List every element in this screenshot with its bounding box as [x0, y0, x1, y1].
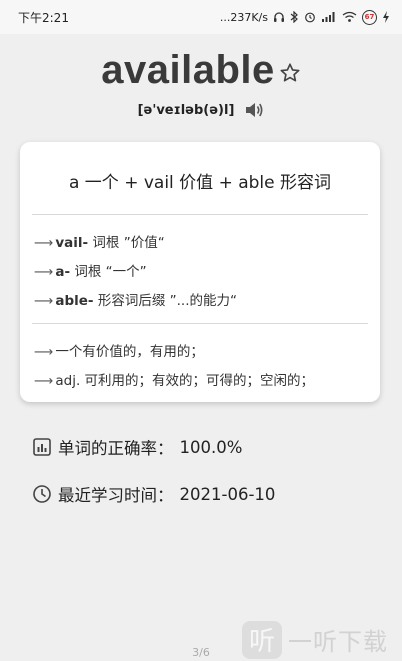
root-item: ⟶ a- 词根 “一个”: [34, 260, 147, 280]
star-icon[interactable]: [279, 62, 301, 84]
arrow-icon: ⟶: [34, 293, 54, 309]
word-header: available: [0, 44, 402, 96]
alarm-icon: [305, 12, 315, 23]
card-divider: [32, 214, 368, 215]
arrow-icon: ⟶: [34, 344, 54, 360]
bluetooth-icon: [290, 11, 298, 23]
word-detail-card: a 一个 + vail 价值 + able 形容词 ⟶ vail- 词根 ”价值“…: [20, 142, 380, 402]
headphones-icon: [274, 12, 284, 22]
recent-study-label: 最近学习时间：: [58, 486, 174, 505]
watermark-text: 一听下载: [288, 628, 388, 656]
recent-study-row: 最近学习时间： 2021-06-10: [32, 482, 275, 506]
word-title: available: [101, 47, 275, 92]
accuracy-value: 100.0%: [179, 437, 243, 457]
arrow-icon: ⟶: [34, 373, 54, 389]
definition-text: 一个有价值的，有用的；: [55, 344, 204, 360]
status-time: 下午2:21: [18, 10, 69, 25]
definition-text: adj. 可利用的；有效的；可得的；空闲的；: [55, 373, 315, 389]
root-item: ⟶ vail- 词根 ”价值“: [34, 231, 165, 251]
word-formula: a 一个 + vail 价值 + able 形容词: [68, 173, 332, 193]
charging-icon: [383, 11, 389, 23]
root-name: a-: [55, 264, 71, 280]
definition-item: ⟶ adj. 可利用的；有效的；可得的；空闲的；: [34, 369, 314, 389]
speaker-icon[interactable]: [244, 101, 264, 119]
root-meaning: 词根 “一个”: [70, 264, 147, 280]
arrow-icon: ⟶: [34, 235, 54, 251]
arrow-icon: ⟶: [34, 264, 54, 280]
signal-icon: [322, 12, 335, 22]
phonetic-text: [ə'veɪləb(ə)l]: [137, 102, 235, 118]
network-speed: ...237K/s: [219, 10, 268, 24]
battery-icon: 67: [362, 9, 377, 25]
root-name: able-: [55, 293, 94, 309]
phonetic-row: [ə'veɪləb(ə)l]: [0, 97, 402, 123]
root-meaning: 形容词后缀 ”...的能力“: [93, 293, 237, 309]
clock-icon: [33, 485, 51, 503]
root-name: vail-: [55, 235, 89, 251]
wifi-icon: [342, 11, 357, 22]
root-meaning: 词根 ”价值“: [88, 235, 165, 251]
accuracy-row: 单词的正确率： 100.0%: [32, 435, 242, 459]
watermark: 听 一听下载: [242, 618, 402, 661]
recent-study-value: 2021-06-10: [179, 484, 276, 504]
status-bar: 下午2:21 ...237K/s 67: [0, 0, 402, 34]
bar-chart-icon: [33, 438, 51, 456]
root-item: ⟶ able- 形容词后缀 ”...的能力“: [34, 289, 237, 309]
status-icons: ...237K/s 67: [219, 9, 390, 25]
definition-item: ⟶ 一个有价值的，有用的；: [34, 340, 204, 360]
watermark-logo: 听: [242, 620, 282, 659]
accuracy-label: 单词的正确率：: [58, 439, 174, 458]
card-divider: [32, 323, 368, 324]
